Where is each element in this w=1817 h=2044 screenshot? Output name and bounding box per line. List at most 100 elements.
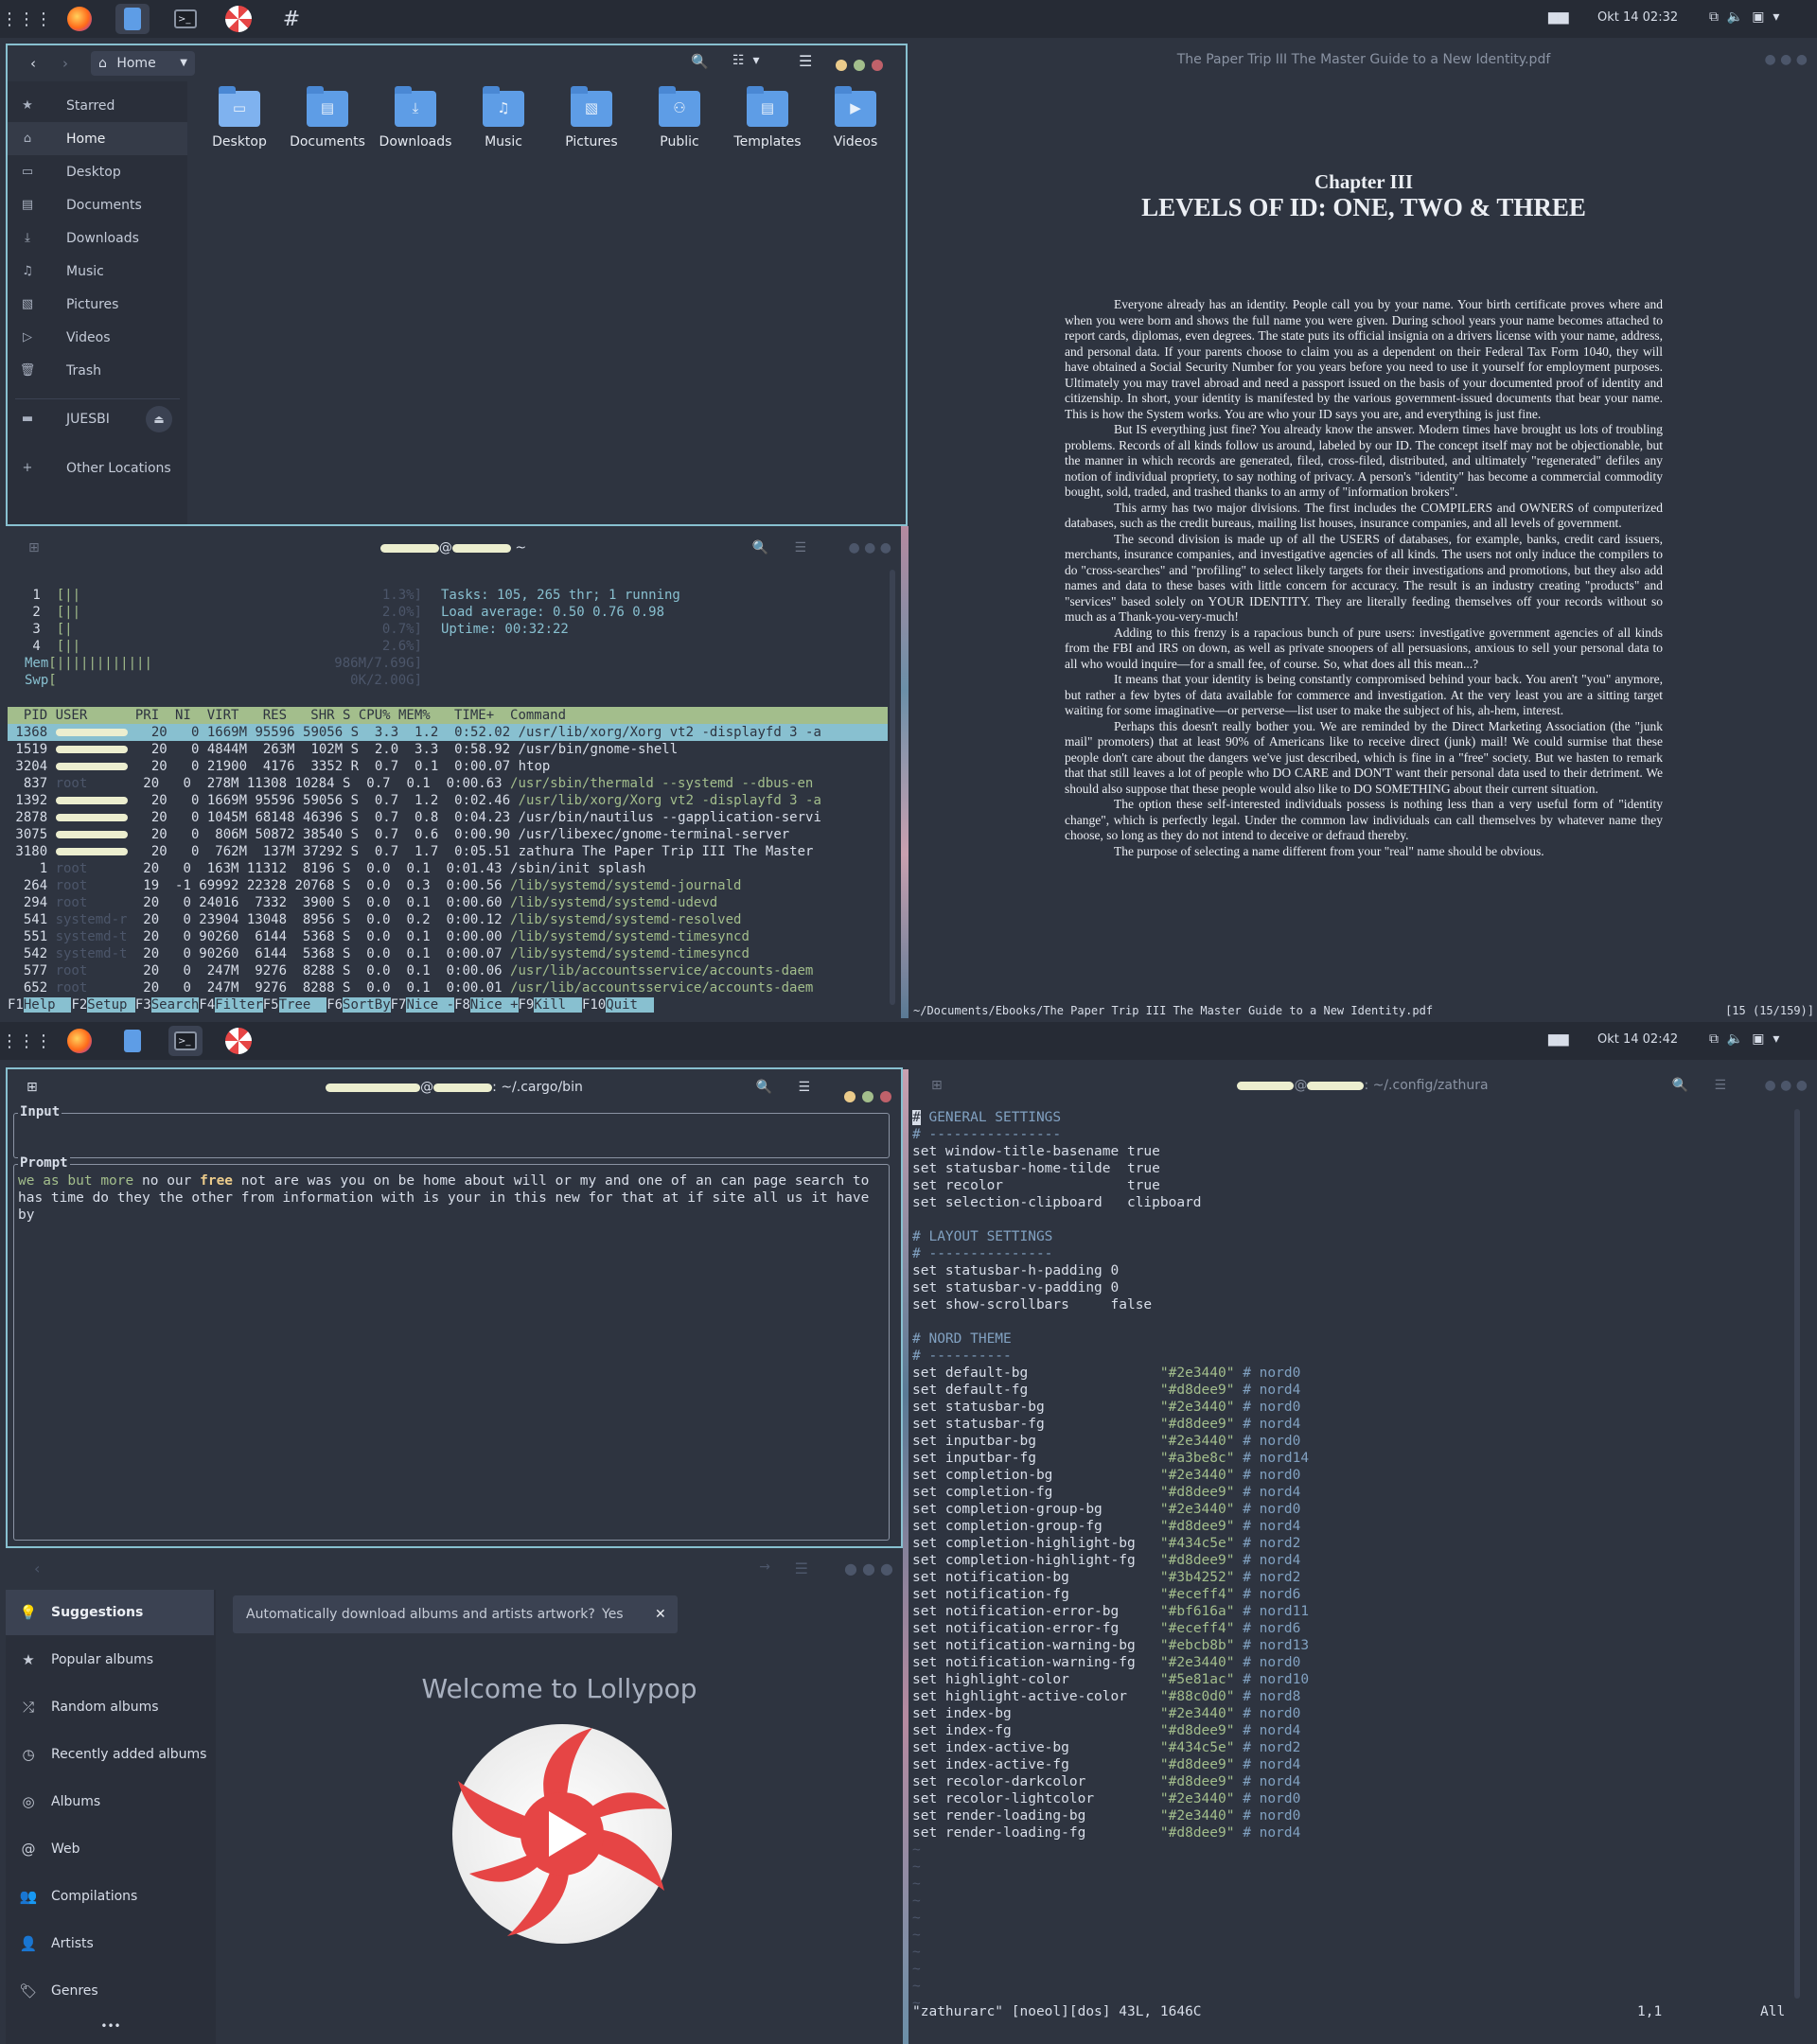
system-tray[interactable]: ⧉ 🔈 ▣ ▾	[1709, 1031, 1779, 1047]
search-icon[interactable]: 🔍	[752, 530, 768, 566]
clock[interactable]: Okt 14 02:32	[1597, 10, 1678, 25]
sidebar-item-downloads[interactable]: ⤓ Downloads	[8, 221, 187, 255]
terminal-icon[interactable]: >_	[168, 4, 203, 34]
firefox-icon[interactable]	[62, 4, 97, 34]
back-icon[interactable]: ‹	[34, 1559, 40, 1577]
fkey-f4[interactable]: F4Filter	[199, 997, 263, 1013]
sidebar-item-documents[interactable]: ▤ Documents	[8, 188, 187, 221]
process-row[interactable]: 551 systemd-t 20 0 90260 6144 5368 S 0.0…	[8, 928, 888, 945]
eject-icon[interactable]: ⏏	[146, 405, 172, 432]
sidebar-item-compilations[interactable]: 👥 Compilations	[6, 1874, 214, 1919]
folder-videos[interactable]: ▶ Videos	[813, 86, 898, 150]
fkey-f7[interactable]: F7Nice -	[391, 997, 455, 1013]
maximize-button[interactable]	[854, 60, 865, 71]
input-box[interactable]: Input	[13, 1104, 890, 1158]
window-controls[interactable]: ● ● ●	[844, 1559, 893, 1577]
menu-icon[interactable]: ☰	[798, 1069, 810, 1105]
sidebar-item-popular-albums[interactable]: ★ Popular albums	[6, 1637, 214, 1683]
fkey-f6[interactable]: F6SortBy	[326, 997, 391, 1013]
terminal-icon[interactable]: >_	[168, 1026, 203, 1056]
new-tab-icon[interactable]: ⊞	[28, 530, 40, 566]
process-row[interactable]: 2878 20 0 1045M 68148 46396 S 0.7 0.8 0:…	[8, 809, 888, 826]
process-row[interactable]: 3180 20 0 762M 137M 37292 S 0.7 1.7 0:05…	[8, 843, 888, 860]
window-controls[interactable]: ● ● ●	[1764, 1067, 1808, 1103]
sidebar-item-recently-added-albums[interactable]: ◷ Recently added albums	[6, 1732, 214, 1777]
process-row[interactable]: 1519 20 0 4844M 263M 102M S 2.0 3.3 0:58…	[8, 741, 888, 758]
sidebar-item-other-locations[interactable]: + Other Locations	[8, 451, 187, 485]
sidebar-item-videos[interactable]: ▷ Videos	[8, 321, 187, 354]
folder-pictures[interactable]: ▧ Pictures	[549, 86, 634, 150]
close-icon[interactable]: ✕	[655, 1595, 666, 1633]
view-options-icon[interactable]: ☷ ▾	[732, 53, 759, 68]
hashtag-icon[interactable]: #	[274, 4, 309, 34]
folder-downloads[interactable]: ⤓ Downloads	[373, 86, 458, 150]
search-icon[interactable]: 🔍	[1672, 1067, 1688, 1103]
lollypop-icon[interactable]	[221, 1026, 256, 1056]
minimize-button[interactable]	[836, 60, 847, 71]
new-tab-icon[interactable]: ⊞	[26, 1069, 38, 1105]
app-grid-icon[interactable]: ⋮⋮⋮	[1, 4, 52, 34]
process-row[interactable]: 264 root 19 -1 69992 22328 20768 S 0.0 0…	[8, 877, 888, 894]
fkey-f9[interactable]: F9Kill	[519, 997, 582, 1013]
location-button[interactable]: ⌂ Home ▼	[91, 51, 195, 76]
folder-music[interactable]: ♫ Music	[461, 86, 546, 150]
process-row[interactable]: 542 systemd-t 20 0 90260 6144 5368 S 0.0…	[8, 945, 888, 962]
process-table-header[interactable]: PID USER PRI NI VIRT RES SHR S CPU% MEM%…	[8, 707, 888, 724]
notice-yes-button[interactable]: Yes	[602, 1595, 624, 1633]
process-row[interactable]: 837 root 20 0 278M 11308 10284 S 0.7 0.1…	[8, 775, 888, 792]
menu-icon[interactable]: ☰	[799, 52, 812, 70]
folder-public[interactable]: ⚇ Public	[637, 86, 722, 150]
fkey-f2[interactable]: F2Setup	[71, 997, 135, 1013]
sidebar-item-starred[interactable]: ★ Starred	[8, 89, 187, 122]
scrollbar[interactable]	[1794, 1109, 1800, 1999]
vim-buffer[interactable]: # GENERAL SETTINGS # ---------------- set …	[912, 1109, 1792, 2012]
process-row[interactable]: 1368 20 0 1669M 95596 59056 S 3.3 1.2 0:…	[8, 724, 888, 741]
window-controls[interactable]: ● ● ●	[1764, 44, 1808, 76]
window-switcher-icon[interactable]: ▆▆	[1548, 1031, 1569, 1047]
window-controls[interactable]: ● ● ●	[848, 530, 891, 566]
process-row[interactable]: 652 root 20 0 247M 9276 8288 S 0.0 0.1 0…	[8, 979, 888, 996]
menu-icon[interactable]: ☰	[1714, 1067, 1726, 1103]
sidebar-item-web[interactable]: @ Web	[6, 1826, 214, 1872]
firefox-icon[interactable]	[62, 1026, 97, 1056]
fkey-f5[interactable]: F5Tree	[263, 997, 327, 1013]
sidebar-item-artists[interactable]: 👤 Artists	[6, 1921, 214, 1966]
files-icon[interactable]	[115, 1026, 150, 1056]
files-icon[interactable]	[115, 4, 150, 34]
system-tray[interactable]: ⧉ 🔈 ▣ ▾	[1709, 9, 1779, 25]
process-row[interactable]: 3075 20 0 806M 50872 38540 S 0.7 0.6 0:0…	[8, 826, 888, 843]
search-icon[interactable]: 🔍	[691, 53, 709, 70]
fkey-f8[interactable]: F8Nice +	[454, 997, 519, 1013]
arrow-right-icon[interactable]: →	[759, 1559, 770, 1575]
forward-icon[interactable]: ›	[62, 55, 68, 72]
fkey-f1[interactable]: F1Help	[8, 997, 72, 1013]
folder-documents[interactable]: ▤ Documents	[285, 86, 370, 150]
clock[interactable]: Okt 14 02:42	[1597, 1032, 1678, 1047]
maximize-button[interactable]	[862, 1091, 873, 1102]
menu-icon[interactable]: ☰	[795, 1559, 808, 1577]
sidebar-item-suggestions[interactable]: 💡 Suggestions	[6, 1590, 214, 1635]
folder-templates[interactable]: ▤ Templates	[725, 86, 810, 150]
sidebar-item-albums[interactable]: ◎ Albums	[6, 1779, 214, 1824]
fkey-f10[interactable]: F10Quit	[582, 997, 654, 1013]
app-grid-icon[interactable]: ⋮⋮⋮	[1, 1026, 52, 1056]
sidebar-item-genres[interactable]: 🏷 Genres	[6, 1968, 214, 2014]
sidebar-item-home[interactable]: ⌂ Home	[8, 122, 187, 155]
scrollbar[interactable]	[890, 570, 895, 1005]
process-row[interactable]: 1 root 20 0 163M 11312 8196 S 0.0 0.1 0:…	[8, 860, 888, 877]
sidebar-item-trash[interactable]: 🗑 Trash	[8, 354, 187, 387]
close-button[interactable]	[880, 1091, 891, 1102]
process-row[interactable]: 541 systemd-r 20 0 23904 13048 8956 S 0.…	[8, 911, 888, 928]
lollypop-icon[interactable]	[221, 4, 256, 34]
close-button[interactable]	[872, 60, 883, 71]
sidebar-item-music[interactable]: ♫ Music	[8, 255, 187, 288]
sidebar-item-random-albums[interactable]: ⤮ Random albums	[6, 1684, 214, 1730]
process-row[interactable]: 577 root 20 0 247M 9276 8288 S 0.0 0.1 0…	[8, 962, 888, 979]
back-icon[interactable]: ‹	[30, 55, 36, 72]
sidebar-item-pictures[interactable]: ▧ Pictures	[8, 288, 187, 321]
sidebar-item-desktop[interactable]: ▭ Desktop	[8, 155, 187, 188]
new-tab-icon[interactable]: ⊞	[931, 1067, 943, 1103]
search-icon[interactable]: 🔍	[756, 1069, 772, 1105]
minimize-button[interactable]	[844, 1091, 856, 1102]
process-row[interactable]: 1392 20 0 1669M 95596 59056 S 0.7 1.2 0:…	[8, 792, 888, 809]
